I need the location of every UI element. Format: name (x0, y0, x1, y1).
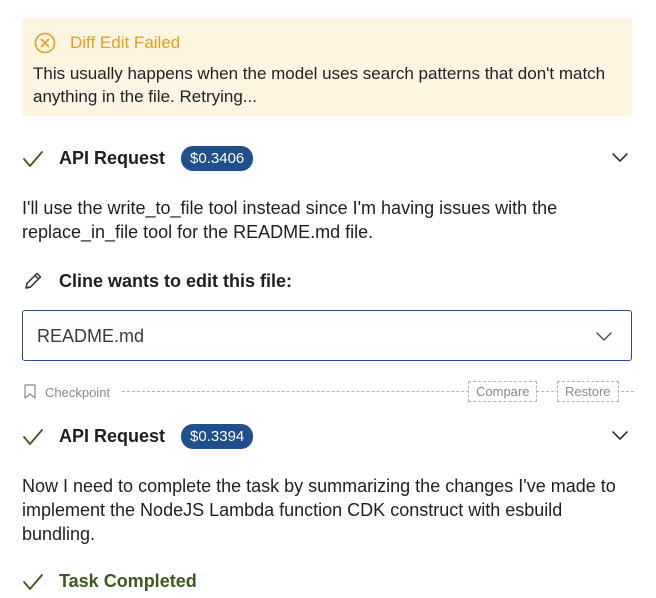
api-request-row-1[interactable]: API Request $0.3406 (22, 146, 254, 171)
warning-title: Diff Edit Failed (70, 33, 181, 52)
warning-message: This usually happens when the model uses… (33, 64, 606, 106)
chevron-down-icon (596, 332, 612, 341)
assistant-message-2: Now I need to complete the task by summa… (22, 476, 616, 544)
edit-file-header: Cline wants to edit this file: (22, 270, 292, 292)
chevron-down-icon[interactable] (611, 430, 629, 442)
chevron-down-icon[interactable] (611, 152, 629, 164)
task-completed-title: Task Completed (59, 571, 197, 591)
cost-badge: $0.3406 (181, 146, 254, 171)
checkpoint-bar: Checkpoint Compare Restore (22, 381, 634, 403)
error-circle-icon (34, 32, 56, 54)
api-request-label: API Request (59, 148, 166, 168)
file-name: README.md (37, 326, 145, 346)
checkpoint-label: Checkpoint (45, 385, 115, 400)
api-request-row-2[interactable]: API Request $0.3394 (22, 424, 254, 449)
check-icon (23, 428, 43, 445)
diff-edit-failed-banner: Diff Edit Failed This usually happens wh… (22, 18, 632, 116)
check-icon (23, 573, 43, 590)
check-icon (23, 150, 43, 167)
file-dropdown[interactable]: README.md (22, 310, 632, 361)
pencil-icon (25, 272, 42, 289)
assistant-message-1: I'll use the write_to_file tool instead … (22, 198, 558, 242)
warning-header: Diff Edit Failed (34, 32, 180, 54)
cost-badge: $0.3394 (181, 424, 254, 449)
compare-button[interactable]: Compare (468, 381, 538, 402)
task-completed-row: Task Completed (22, 571, 197, 592)
restore-button[interactable]: Restore (557, 381, 619, 402)
api-request-label: API Request (59, 426, 166, 446)
bookmark-icon (24, 384, 36, 399)
edit-file-title: Cline wants to edit this file: (59, 270, 293, 291)
